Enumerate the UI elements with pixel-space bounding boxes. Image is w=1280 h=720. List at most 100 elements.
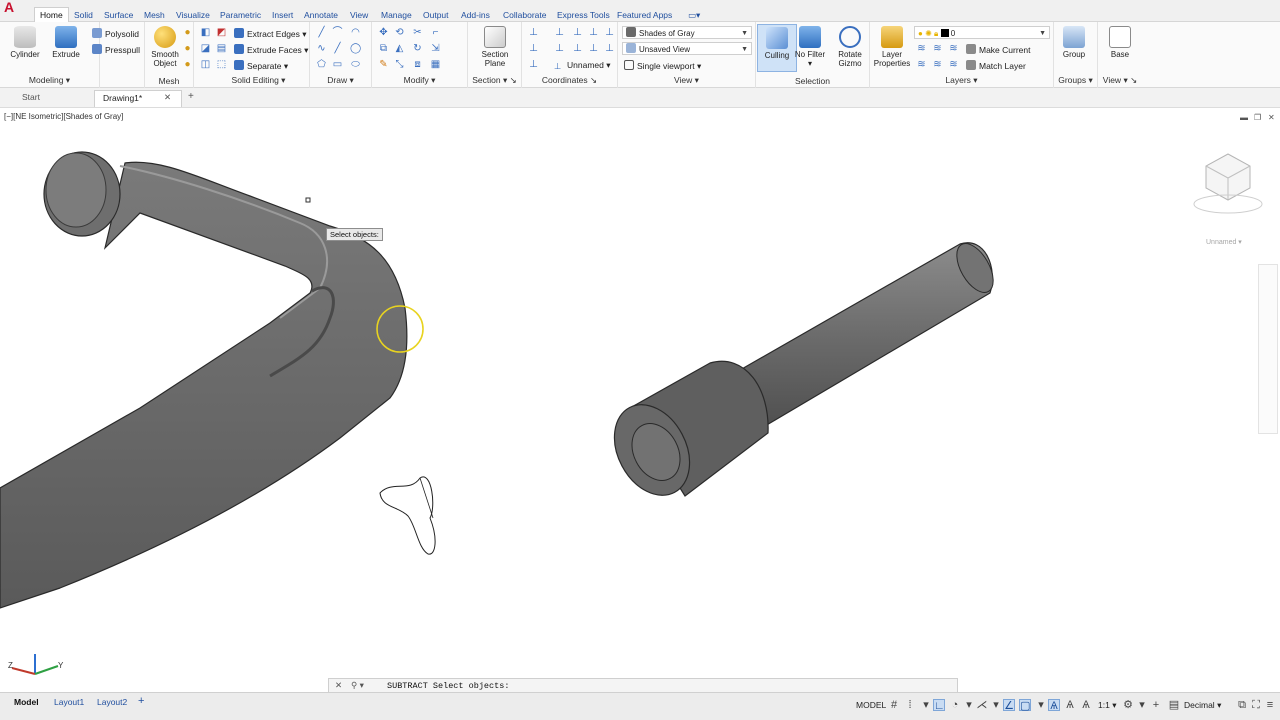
tab-featured-apps[interactable]: Featured Apps — [617, 8, 672, 22]
fillet-icon[interactable]: ⌐ — [430, 27, 441, 38]
mesh-icon-2[interactable]: ● — [182, 43, 193, 54]
units-icon[interactable]: ▤ — [1168, 699, 1180, 711]
tab-view[interactable]: View — [350, 8, 368, 22]
annotation-visibility-icon[interactable]: Ѧ — [1048, 699, 1060, 712]
panel-title-modify[interactable]: Modify ▾ — [372, 75, 467, 86]
bent-arm-solid[interactable] — [0, 151, 408, 609]
viewport-configuration-button[interactable]: Single viewport ▾ — [624, 59, 701, 73]
new-tab-button[interactable]: + — [188, 91, 194, 102]
annotation-scale-icon[interactable]: Ѧ — [1080, 699, 1092, 711]
command-line[interactable]: ✕ ⚲ ▾ SUBTRACT Select objects: — [328, 678, 958, 693]
layout-tab-layout2[interactable]: Layout2 — [97, 697, 127, 707]
object-snap-icon[interactable]: ▢ — [1019, 699, 1031, 712]
tab-solid[interactable]: Solid — [74, 8, 93, 22]
polyline-icon[interactable]: ⌒ — [332, 27, 343, 38]
panel-title-coordinates[interactable]: Coordinates ↘ — [522, 75, 617, 86]
tab-annotate[interactable]: Annotate — [304, 8, 338, 22]
layer-unlock-icon[interactable]: ≋ — [932, 59, 943, 70]
layer-walk-icon[interactable]: ≋ — [948, 59, 959, 70]
panel-title-layers[interactable]: Layers ▾ — [870, 75, 1053, 86]
file-tab-start[interactable]: Start — [22, 92, 40, 102]
viewcube[interactable] — [1193, 153, 1263, 214]
ucs-previous-icon[interactable]: ⊥ — [528, 59, 539, 70]
application-menu-button[interactable]: A — [4, 0, 22, 14]
quick-properties-icon[interactable]: ⧉ — [1236, 699, 1248, 711]
ellipse-icon[interactable]: ⬭ — [350, 59, 361, 70]
erase-icon[interactable]: ✎ — [378, 59, 389, 70]
intersect-icon[interactable]: ◪ — [200, 43, 211, 54]
drawing-viewport[interactable]: [−][NE Isometric][Shades of Gray] ▬ ❐ ✕ — [0, 108, 1280, 692]
shaft-solid[interactable] — [599, 238, 1000, 509]
ucs-face-icon[interactable]: ⊥ — [588, 43, 599, 54]
ucs-object-icon[interactable]: ⊥ — [572, 43, 583, 54]
saved-view-dropdown[interactable]: Unsaved View ▼ — [622, 42, 752, 55]
3d-rotate-icon[interactable]: ⟲ — [394, 27, 405, 38]
rectangle-icon[interactable]: ▭ — [332, 59, 343, 70]
layer-dropdown[interactable]: ● ✺ 🔒︎ 0 ▼ — [914, 26, 1050, 39]
isodraft-icon[interactable]: ⋌ — [976, 699, 988, 711]
units-dropdown[interactable]: Decimal ▾ — [1184, 700, 1221, 711]
tab-insert[interactable]: Insert — [272, 8, 293, 22]
panel-title-selection[interactable]: Selection — [756, 76, 869, 86]
shell-icon[interactable]: ⬚ — [216, 59, 227, 70]
ucs-x-icon[interactable]: ⊥ — [572, 27, 583, 38]
tab-parametric[interactable]: Parametric — [220, 8, 261, 22]
panel-title-drawing-view[interactable]: View ▾ ↘ — [1098, 75, 1142, 86]
array-icon[interactable]: ▦ — [430, 59, 441, 70]
base-view-button[interactable]: Base — [1100, 26, 1140, 59]
panel-title-draw[interactable]: Draw ▾ — [310, 75, 371, 86]
layer-freeze-tool-icon[interactable]: ≋ — [948, 43, 959, 54]
offset-icon[interactable]: ⧈ — [412, 59, 423, 70]
clean-screen-icon[interactable]: ⛶ — [1250, 699, 1262, 711]
slice-icon[interactable]: ▤ — [216, 43, 227, 54]
separate-button[interactable]: Separate ▾ — [234, 59, 288, 73]
customize-command-line-icon[interactable]: ⚲ ▾ — [351, 680, 364, 691]
stretch-icon[interactable]: ⇲ — [430, 43, 441, 54]
ucs-view-icon[interactable]: ⊥ — [554, 43, 565, 54]
rotate-gizmo-button[interactable]: Rotate Gizmo — [830, 26, 870, 68]
tab-output[interactable]: Output — [423, 8, 449, 22]
named-ucs-combo[interactable]: ⊥ Unnamed ▾ — [554, 58, 611, 72]
customization-menu-icon[interactable]: ≡ — [1264, 699, 1276, 711]
tab-express-tools[interactable]: Express Tools — [557, 8, 610, 22]
make-current-button[interactable]: Make Current — [966, 43, 1031, 57]
tab-add-ins[interactable]: Add-ins — [461, 8, 490, 22]
panel-title-groups[interactable]: Groups ▾ — [1054, 75, 1097, 86]
object-snap-tracking-icon[interactable]: ∠ — [1003, 699, 1015, 712]
auto-scale-icon[interactable]: Ѧ — [1064, 699, 1076, 711]
layer-lock-tool-icon[interactable]: ≋ — [916, 59, 927, 70]
ucs-3point-icon[interactable]: ⊥ — [604, 43, 615, 54]
snap-icon[interactable]: ⁞ — [904, 699, 916, 711]
extrude-button[interactable]: Extrude — [46, 26, 86, 59]
add-layout-button[interactable]: + — [138, 695, 144, 707]
mesh-icon-3[interactable]: ● — [182, 59, 193, 70]
interfere-icon[interactable]: ◫ — [200, 59, 211, 70]
grid-icon[interactable]: # — [888, 699, 900, 711]
workspace-dropdown-icon[interactable]: ▾ — [1136, 699, 1148, 711]
arc-icon[interactable]: ◠ — [350, 27, 361, 38]
tab-home[interactable]: Home — [34, 7, 69, 22]
panel-title-view[interactable]: View ▾ — [618, 75, 755, 86]
layer-properties-button[interactable]: Layer Properties — [872, 26, 912, 68]
viewcube-ucs-menu[interactable]: Unnamed ▾ — [1206, 238, 1242, 246]
layout-tab-model[interactable]: Model — [14, 697, 39, 707]
ucs-world-icon[interactable]: ⊥ — [554, 27, 565, 38]
match-layer-button[interactable]: Match Layer — [966, 59, 1026, 73]
layout-tab-layout1[interactable]: Layout1 — [54, 697, 84, 707]
ucs-icon[interactable]: ⊥ — [528, 27, 539, 38]
ucs-origin-icon[interactable]: ⊥ — [528, 43, 539, 54]
3d-align-icon[interactable]: ⧉ — [378, 43, 389, 54]
isodraft-dropdown-icon[interactable]: ▾ — [990, 699, 1002, 711]
extract-edges-button[interactable]: Extract Edges ▾ — [234, 27, 307, 41]
layer-isolate-icon[interactable]: ≋ — [932, 43, 943, 54]
no-filter-button[interactable]: No Filter ▾ — [790, 26, 830, 68]
subtract-icon[interactable]: ◩ — [216, 27, 227, 38]
tab-mesh[interactable]: Mesh — [144, 8, 165, 22]
polygon-icon[interactable]: ⬠ — [316, 59, 327, 70]
tab-collaborate[interactable]: Collaborate — [503, 8, 546, 22]
model-canvas[interactable]: Z Y — [0, 108, 1280, 692]
cylinder-button[interactable]: Cylinder — [5, 26, 45, 59]
panel-title-section[interactable]: Section ▾ ↘ — [468, 75, 521, 86]
ribbon-display-options-icon[interactable]: ▭▾ — [688, 8, 700, 22]
tab-surface[interactable]: Surface — [104, 8, 133, 22]
